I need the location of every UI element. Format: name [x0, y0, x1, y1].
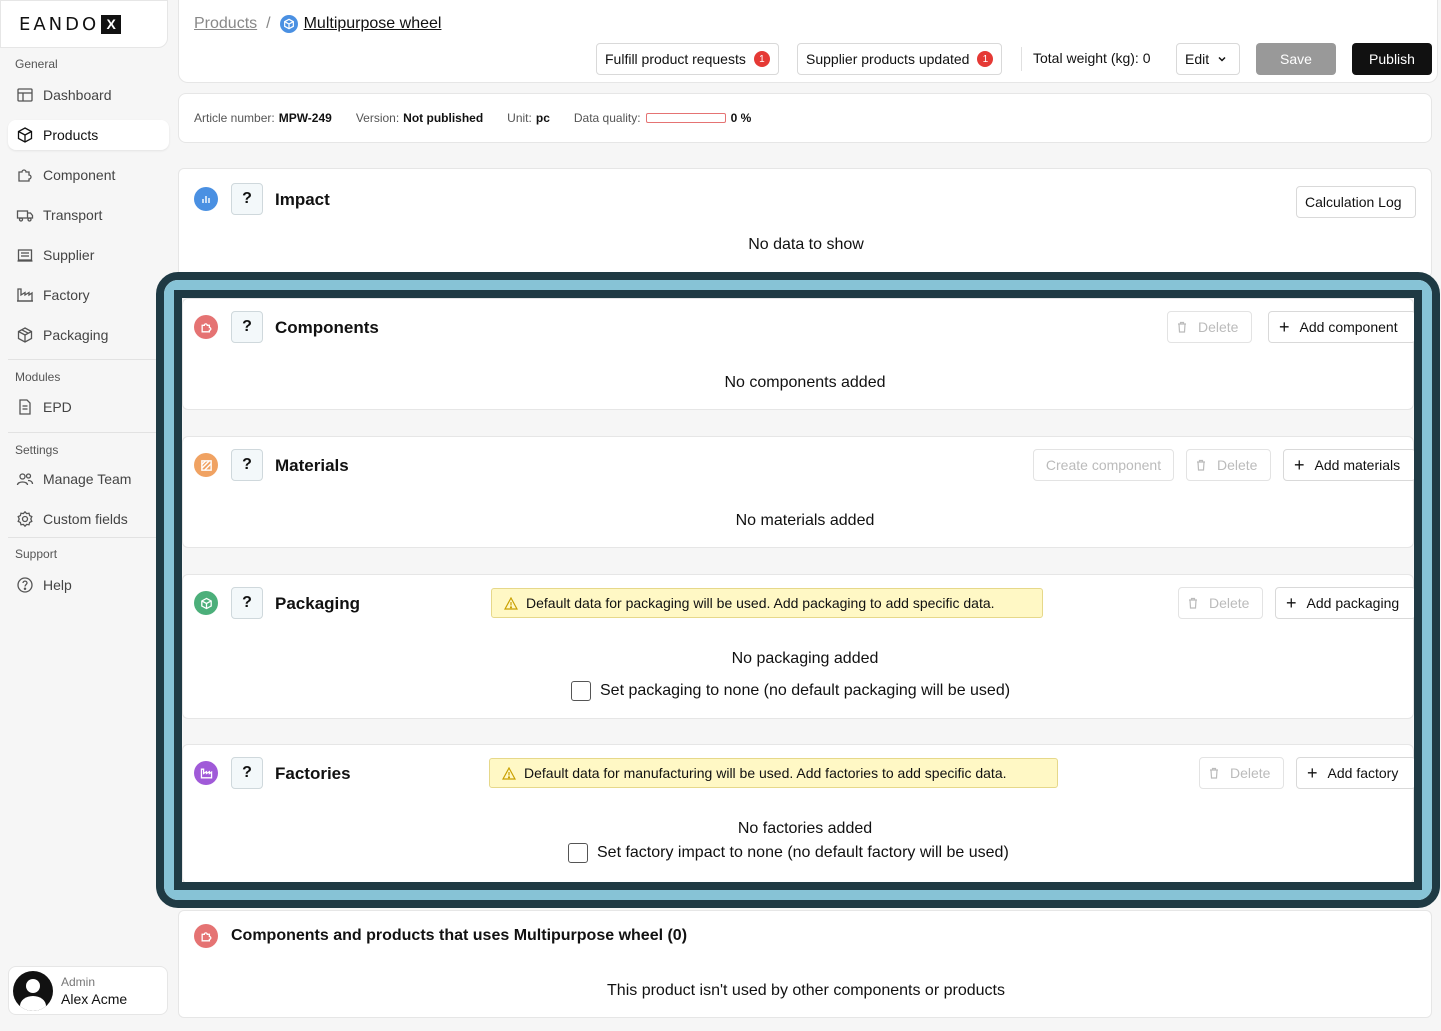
- divider: [8, 432, 169, 433]
- quality-value: 0 %: [730, 111, 752, 125]
- breadcrumb-current[interactable]: Multipurpose wheel: [304, 15, 442, 33]
- impact-title: Impact: [275, 190, 330, 209]
- article-label: Article number:: [194, 111, 275, 125]
- user-name: Alex Acme: [61, 990, 128, 1007]
- sidebar-item-label: Supplier: [43, 247, 95, 263]
- section-settings: Settings: [15, 443, 59, 457]
- factory-icon: [17, 288, 33, 302]
- chart-icon: [194, 187, 218, 211]
- impact-section: ? Impact Calculation Log No data to show: [178, 168, 1432, 278]
- logo-mark: X: [101, 14, 122, 34]
- unit-value: pc: [535, 111, 550, 125]
- article-number: Article number: MPW-249: [194, 111, 332, 125]
- sidebar-item-label: Manage Team: [43, 471, 132, 487]
- total-weight: Total weight (kg): 0: [1033, 50, 1151, 66]
- sidebar-item-dashboard[interactable]: Dashboard: [8, 80, 169, 110]
- breadcrumb-separator: /: [266, 15, 271, 32]
- sidebar-item-manage-team[interactable]: Manage Team: [8, 464, 169, 494]
- unit: Unit: pc: [507, 111, 550, 125]
- button-label: Edit: [1185, 51, 1210, 67]
- edit-dropdown[interactable]: Edit: [1176, 43, 1240, 75]
- help-icon: [17, 577, 33, 593]
- sidebar-item-transport[interactable]: Transport: [8, 200, 169, 230]
- sidebar-item-custom-fields[interactable]: Custom fields: [8, 504, 169, 534]
- usages-title: Components and products that uses Multip…: [231, 927, 688, 944]
- section-support: Support: [15, 547, 58, 561]
- data-quality: Data quality: 0 %: [574, 111, 751, 125]
- sidebar-item-component[interactable]: Component: [8, 160, 169, 190]
- quality-label: Data quality:: [573, 111, 641, 125]
- puzzle-icon: [194, 924, 218, 948]
- sidebar-item-factory[interactable]: Factory: [8, 280, 169, 310]
- truck-icon: [16, 210, 34, 222]
- sidebar-item-label: Help: [43, 577, 72, 593]
- publish-button[interactable]: Publish: [1352, 43, 1432, 75]
- sidebar-item-label: Custom fields: [43, 511, 128, 527]
- notification-badge: 1: [753, 51, 770, 67]
- unit-label: Unit:: [507, 111, 532, 125]
- sidebar-item-supplier[interactable]: Supplier: [8, 240, 169, 270]
- breadcrumb-products-link[interactable]: Products: [194, 15, 257, 33]
- store-icon: [17, 249, 33, 262]
- section-modules: Modules: [15, 370, 61, 384]
- impact-help-button[interactable]: ?: [231, 183, 263, 215]
- package-icon: [17, 327, 33, 343]
- sidebar-item-packaging[interactable]: Packaging: [8, 320, 169, 350]
- user-role: Admin: [61, 974, 96, 989]
- section-general: General: [15, 57, 58, 71]
- quality-progress-bar: [645, 113, 726, 123]
- breadcrumb: Products / Multipurpose wheel: [194, 15, 441, 33]
- notification-badge: 1: [977, 51, 994, 67]
- divider: [1021, 47, 1022, 71]
- product-info-bar: Article number: MPW-249 Version: Not publi…: [178, 93, 1432, 143]
- sidebar-item-label: Factory: [43, 287, 90, 303]
- page-header: Products / Multipurpose wheel Fulfill pr…: [178, 0, 1438, 83]
- logo-text: EANDO: [19, 13, 100, 35]
- sidebar-item-label: Products: [43, 127, 99, 143]
- version-value: Not published: [403, 111, 484, 125]
- version-label: Version:: [355, 111, 400, 125]
- sidebar-item-label: Dashboard: [43, 87, 112, 103]
- button-label: Fulfill product requests: [605, 51, 746, 67]
- highlight-frame-inner: [174, 290, 1422, 890]
- cube-icon: [17, 127, 33, 143]
- sidebar: EANDO X General Dashboard Products Compon…: [0, 0, 170, 1031]
- sidebar-item-label: EPD: [43, 399, 72, 415]
- article-value: MPW-249: [278, 111, 332, 125]
- gear-icon: [17, 510, 33, 528]
- sidebar-item-label: Component: [43, 167, 116, 183]
- divider: [8, 359, 169, 360]
- puzzle-icon: [18, 169, 32, 182]
- sidebar-item-products[interactable]: Products: [8, 120, 169, 150]
- sidebar-item-epd[interactable]: EPD: [8, 392, 169, 422]
- button-label: Supplier products updated: [806, 51, 970, 67]
- avatar: [13, 970, 53, 1011]
- document-icon: [19, 399, 31, 415]
- cube-icon: [279, 15, 298, 33]
- chevron-down-icon: [1218, 56, 1226, 62]
- supplier-updated-button[interactable]: Supplier products updated 1: [797, 43, 1003, 75]
- version: Version: Not published: [356, 111, 483, 125]
- usages-section: Components and products that uses Multip…: [178, 910, 1432, 1018]
- divider: [8, 537, 169, 538]
- logo[interactable]: EANDO X: [0, 0, 168, 48]
- usages-empty-text: This product isn't used by other compone…: [607, 982, 1005, 999]
- fulfill-requests-button[interactable]: Fulfill product requests 1: [596, 43, 779, 75]
- user-card[interactable]: Admin Alex Acme: [8, 966, 168, 1015]
- sidebar-item-label: Packaging: [43, 327, 109, 343]
- users-icon: [16, 473, 34, 486]
- calculation-log-button[interactable]: Calculation Log: [1296, 186, 1416, 218]
- sidebar-item-label: Transport: [43, 207, 103, 223]
- save-button[interactable]: Save: [1256, 43, 1336, 75]
- dashboard-icon: [17, 88, 33, 102]
- sidebar-item-help[interactable]: Help: [8, 570, 169, 600]
- impact-empty-text: No data to show: [748, 236, 864, 253]
